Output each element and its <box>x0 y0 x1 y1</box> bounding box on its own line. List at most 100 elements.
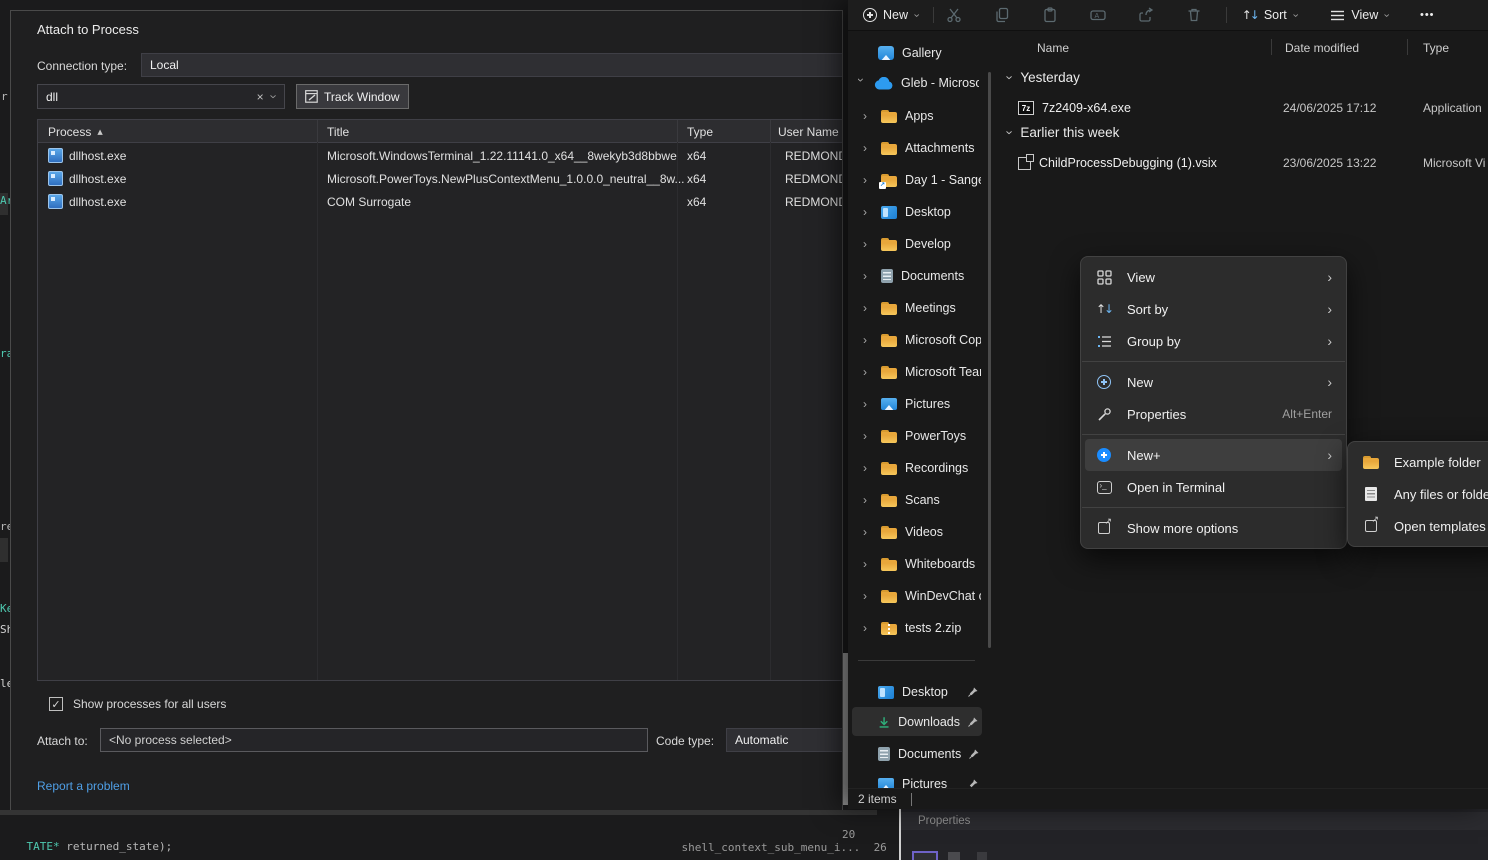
chevron-collapse-icon[interactable]: › <box>1004 130 1017 134</box>
process-table-header: Process ▲ Title Type User Name <box>38 120 842 143</box>
menu-item-properties[interactable]: Properties Alt+Enter <box>1085 398 1342 430</box>
cut-button[interactable] <box>940 2 968 28</box>
file-name: ChildProcessDebugging (1).vsix <box>1039 156 1217 170</box>
chevron-right-icon[interactable]: › <box>863 301 873 315</box>
properties-control[interactable] <box>977 852 987 860</box>
menu-item-sort-by[interactable]: ↑↓ Sort by › <box>1085 293 1342 325</box>
report-problem-link[interactable]: Report a problem <box>37 779 130 793</box>
sidebar-item-whiteboards[interactable]: ›Whiteboards <box>863 551 975 577</box>
chevron-right-icon[interactable]: › <box>863 173 873 187</box>
sidebar-item-desktop[interactable]: ›Desktop <box>863 199 951 225</box>
sidebar-scrollbar[interactable] <box>988 72 991 648</box>
paste-button[interactable] <box>1036 2 1064 28</box>
chevron-right-icon[interactable]: › <box>863 429 873 443</box>
chevron-right-icon[interactable]: › <box>863 621 873 635</box>
sidebar-item-apps[interactable]: ›Apps <box>863 103 934 129</box>
delete-button[interactable] <box>1180 2 1208 28</box>
column-header-type[interactable]: Type <box>1423 41 1449 55</box>
sidebar-item-microsoft-teams[interactable]: ›Microsoft Tear <box>863 359 981 385</box>
file-row[interactable]: ChildProcessDebugging (1).vsix 23/06/202… <box>1018 151 1488 175</box>
file-row[interactable]: 7z 7z2409-x64.exe 24/06/2025 17:12 Appli… <box>1018 96 1488 120</box>
sidebar-item-powertoys[interactable]: ›PowerToys <box>863 423 966 449</box>
chevron-right-icon[interactable]: › <box>863 269 873 283</box>
menu-item-group-by[interactable]: Group by › <box>1085 325 1342 357</box>
sidebar-item-pictures[interactable]: ›Pictures <box>863 391 950 417</box>
submenu-item-any-files[interactable]: Any files or folde <box>1352 478 1488 510</box>
menu-item-open-in-terminal[interactable]: Open in Terminal <box>1085 471 1342 503</box>
rename-button[interactable]: A <box>1084 2 1112 28</box>
sidebar-item-windevchat[interactable]: ›WinDevChat c <box>863 583 981 609</box>
column-header-title[interactable]: Title <box>327 120 349 143</box>
menu-item-view[interactable]: View › <box>1085 261 1342 293</box>
column-header-date[interactable]: Date modified <box>1285 41 1359 55</box>
process-row[interactable]: dllhost.exe COM Surrogate x64 REDMOND <box>38 190 842 213</box>
process-filter-input[interactable]: dll × › <box>37 84 285 109</box>
chevron-collapse-icon[interactable]: › <box>1004 75 1017 79</box>
chevron-right-icon[interactable]: › <box>863 461 873 475</box>
sidebar-item-videos[interactable]: ›Videos <box>863 519 943 545</box>
menu-item-show-more-options[interactable]: Show more options <box>1085 512 1342 544</box>
sidebar-item-onedrive[interactable]: › Gleb - Microsof <box>856 70 988 96</box>
group-header-yesterday[interactable]: › Yesterday <box>1008 70 1080 85</box>
chevron-right-icon[interactable]: › <box>863 333 873 347</box>
sidebar-item-gallery[interactable]: Gallery <box>878 40 942 66</box>
code-type-select[interactable]: Automatic <box>726 728 843 752</box>
submenu-item-open-templates[interactable]: Open templates <box>1352 510 1488 542</box>
chevron-expanded-icon[interactable]: › <box>855 78 867 88</box>
chevron-right-icon[interactable]: › <box>863 397 873 411</box>
sidebar-item-meetings[interactable]: ›Meetings <box>863 295 956 321</box>
rename-icon: A <box>1090 7 1106 23</box>
column-header-type[interactable]: Type <box>687 120 713 143</box>
sidebar-item-develop[interactable]: ›Develop <box>863 231 951 257</box>
sidebar-item-attachments[interactable]: ›Attachments <box>863 135 974 161</box>
sidebar-item-scans[interactable]: ›Scans <box>863 487 940 513</box>
copy-button[interactable] <box>988 2 1016 28</box>
submenu-item-example-folder[interactable]: Example folder <box>1352 446 1488 478</box>
explorer-status-bar: 2 items <box>848 788 1488 809</box>
menu-separator <box>1082 361 1345 362</box>
group-header-earlier[interactable]: › Earlier this week <box>1008 125 1119 140</box>
new-button[interactable]: New › <box>854 2 927 28</box>
chevron-right-icon[interactable]: › <box>863 141 873 155</box>
chevron-right-icon[interactable]: › <box>863 109 873 123</box>
column-header-process[interactable]: Process ▲ <box>48 120 103 143</box>
process-row[interactable]: dllhost.exe Microsoft.PowerToys.NewPlusC… <box>38 167 842 190</box>
chevron-right-icon[interactable]: › <box>863 557 873 571</box>
sidebar-item-day1[interactable]: ›↗Day 1 - Sangee <box>863 167 981 193</box>
clear-filter-icon[interactable]: × <box>257 90 264 104</box>
chevron-right-icon[interactable]: › <box>863 589 873 603</box>
chevron-right-icon[interactable]: › <box>863 205 873 219</box>
chevron-right-icon[interactable]: › <box>863 493 873 507</box>
pin-icon <box>968 687 978 697</box>
properties-focused-control[interactable] <box>912 851 938 860</box>
attach-to-field[interactable]: <No process selected> <box>100 728 648 752</box>
sidebar-item-downloads-pinned[interactable]: Downloads <box>878 709 978 735</box>
share-button[interactable] <box>1132 2 1160 28</box>
sidebar-item-documents-pinned[interactable]: Documents <box>878 741 978 767</box>
chevron-right-icon[interactable]: › <box>863 237 873 251</box>
new-plus-icon <box>1097 448 1111 462</box>
sidebar-item-tests-zip[interactable]: ›tests 2.zip <box>863 615 961 641</box>
properties-control[interactable] <box>948 852 960 860</box>
sidebar-item-microsoft-copilot[interactable]: ›Microsoft Cop <box>863 327 981 353</box>
menu-item-new[interactable]: New › <box>1085 366 1342 398</box>
sidebar-item-documents[interactable]: ›Documents <box>863 263 964 289</box>
track-window-button[interactable]: Track Window <box>296 84 409 109</box>
sidebar-item-recordings[interactable]: ›Recordings <box>863 455 968 481</box>
connection-type-select[interactable]: Local <box>141 53 843 77</box>
track-window-icon <box>305 90 318 103</box>
exe-icon <box>48 148 63 163</box>
process-row[interactable]: dllhost.exe Microsoft.WindowsTerminal_1.… <box>38 144 842 167</box>
view-button[interactable]: View › <box>1321 2 1397 28</box>
checkbox-checked[interactable]: ✓ <box>49 697 63 711</box>
column-header-user[interactable]: User Name <box>778 120 839 143</box>
show-all-users-option[interactable]: ✓ Show processes for all users <box>49 697 226 711</box>
see-more-button[interactable]: ••• <box>1411 2 1444 28</box>
chevron-right-icon[interactable]: › <box>863 525 873 539</box>
chevron-right-icon[interactable]: › <box>863 365 873 379</box>
column-header-name[interactable]: Name <box>1037 41 1069 55</box>
sort-button[interactable]: ↑↓ Sort › <box>1233 2 1306 28</box>
chevron-down-icon[interactable]: › <box>267 94 280 98</box>
sidebar-item-desktop-pinned[interactable]: Desktop <box>878 679 978 705</box>
menu-item-new-plus[interactable]: New+ › <box>1085 439 1342 471</box>
